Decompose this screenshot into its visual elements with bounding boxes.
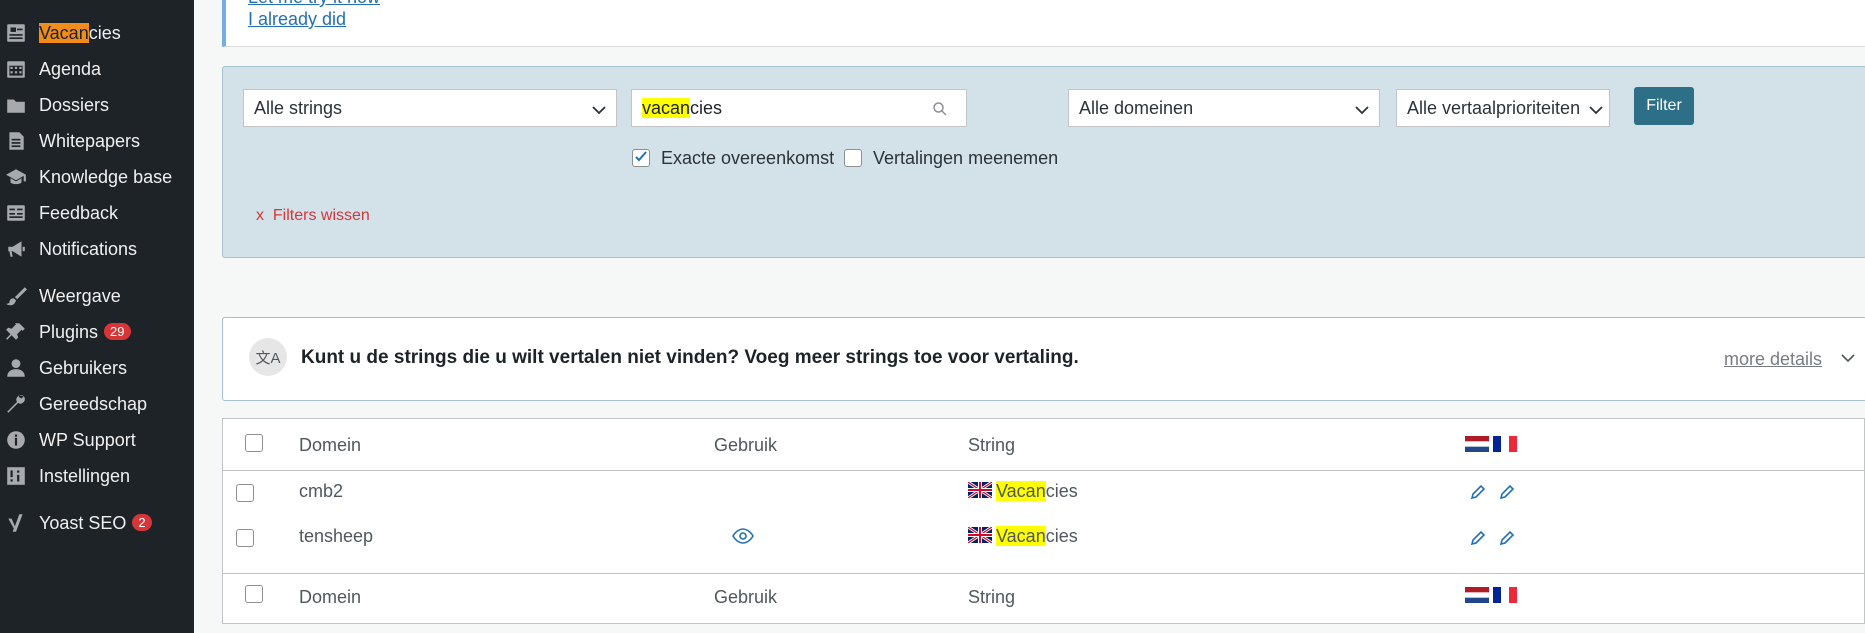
search-input[interactable]: vacancies — [631, 89, 967, 127]
missing-strings-help-box: 文A Kunt u de strings die u wilt vertalen… — [222, 317, 1865, 401]
sidebar-item-label: Knowledge base — [39, 166, 173, 187]
sidebar-item-feedback[interactable]: Feedback — [0, 195, 194, 231]
chevron-down-icon[interactable] — [1840, 350, 1856, 366]
chevron-down-icon — [1589, 101, 1603, 115]
sidebar-item-label: Feedback — [39, 202, 119, 223]
user-icon — [5, 357, 27, 379]
row-checkbox[interactable] — [236, 529, 254, 547]
already-did-link[interactable]: I already did — [248, 9, 346, 30]
chevron-down-icon — [1355, 101, 1369, 115]
fr-flag-icon — [1493, 436, 1517, 452]
nl-flag-icon — [1465, 436, 1489, 452]
admin-notice: Let me try it now I already did — [222, 0, 1865, 47]
wrench-icon — [5, 393, 27, 415]
edit-nl-translation-icon[interactable] — [1469, 483, 1487, 501]
select-all-checkbox-footer[interactable] — [245, 585, 263, 603]
sidebar-item-label: WP Support — [39, 429, 136, 450]
sidebar-item-label: Agenda — [39, 58, 102, 79]
edit-fr-translation-icon[interactable] — [1498, 529, 1516, 547]
settings-icon — [5, 465, 27, 487]
row-string: Vacancies — [996, 481, 1078, 501]
sidebar-item-yoast-seo[interactable]: Yoast SEO 2 — [0, 505, 194, 541]
exact-match-checkbox[interactable] — [632, 149, 650, 167]
megaphone-icon — [5, 238, 27, 260]
row-domain: cmb2 — [299, 481, 344, 501]
string-filter-panel: Alle strings vacancies Alle domeinen All… — [222, 66, 1865, 258]
edit-fr-translation-icon[interactable] — [1498, 483, 1516, 501]
folder-icon — [5, 94, 27, 116]
info-icon — [5, 429, 27, 451]
sidebar-item-label: Instellingen — [39, 465, 131, 486]
sidebar-item-gereedschap[interactable]: Gereedschap — [0, 386, 194, 422]
table-row: tensheep Vacancies — [223, 514, 1865, 558]
strings-table: Domein Gebruik String cmb2 Vacancies ten… — [222, 418, 1865, 624]
table-footer-row: Domein Gebruik String — [223, 573, 1865, 625]
sidebar-item-label: Dossiers — [39, 94, 110, 115]
domains-select[interactable]: Alle domeinen — [1068, 89, 1380, 127]
include-translations-checkbox[interactable] — [844, 149, 862, 167]
sidebar-item-agenda[interactable]: Agenda — [0, 51, 194, 87]
yoast-notification-badge: 2 — [132, 514, 152, 532]
eye-icon[interactable] — [732, 528, 754, 544]
sidebar-item-label: Vacancies — [39, 22, 121, 43]
sidebar-item-vacancies[interactable]: Vacancies — [0, 15, 194, 51]
row-checkbox[interactable] — [236, 484, 254, 502]
include-translations-label: Vertalingen meenemen — [873, 148, 1059, 168]
sidebar-item-instellingen[interactable]: Instellingen — [0, 458, 194, 494]
sidebar-item-label: Gebruikers — [39, 357, 128, 378]
notice-link-partial[interactable]: Let me try it now — [248, 0, 380, 8]
uk-flag-icon — [968, 527, 992, 543]
column-header-domain[interactable]: Domein — [299, 435, 361, 456]
sidebar-item-weergave[interactable]: Weergave — [0, 278, 194, 314]
fr-flag-icon — [1493, 587, 1517, 603]
search-icon[interactable] — [932, 101, 948, 117]
admin-sidebar: Vacancies Agenda Dossiers Whitepapers Kn… — [0, 0, 194, 633]
calendar-icon — [5, 58, 27, 80]
sidebar-item-gebruikers[interactable]: Gebruikers — [0, 350, 194, 386]
feedback-icon — [5, 202, 27, 224]
graduation-cap-icon — [5, 166, 27, 188]
row-string: Vacancies — [996, 526, 1078, 546]
sidebar-item-dossiers[interactable]: Dossiers — [0, 87, 194, 123]
sidebar-item-knowledge-base[interactable]: Knowledge base — [0, 159, 194, 195]
more-details-link[interactable]: more details — [1724, 349, 1822, 370]
sidebar-item-label: Whitepapers — [39, 130, 141, 151]
table-row: cmb2 Vacancies — [223, 470, 1865, 514]
sidebar-item-whitepapers[interactable]: Whitepapers — [0, 123, 194, 159]
clear-filters-link[interactable]: x Filters wissen — [256, 207, 370, 225]
help-text: Kunt u de strings die u wilt vertalen ni… — [301, 347, 1079, 368]
document-icon — [5, 130, 27, 152]
row-domain: tensheep — [299, 526, 374, 546]
vacancies-icon — [5, 22, 27, 44]
exact-match-label: Exacte overeenkomst — [661, 148, 835, 168]
plugin-icon — [5, 321, 27, 343]
column-footer-domain[interactable]: Domein — [299, 587, 361, 608]
sidebar-item-label: Weergave — [39, 285, 121, 306]
checkmark-icon — [635, 151, 647, 162]
sidebar-item-plugins[interactable]: Plugins 29 — [0, 314, 194, 350]
sidebar-item-label: Notifications — [39, 238, 138, 259]
sidebar-item-label: Yoast SEO 2 — [39, 513, 152, 534]
select-all-checkbox[interactable] — [245, 434, 263, 452]
edit-nl-translation-icon[interactable] — [1469, 529, 1487, 547]
sidebar-item-notifications[interactable]: Notifications — [0, 231, 194, 267]
column-header-string[interactable]: String — [968, 435, 1015, 456]
translate-icon: 文A — [249, 338, 287, 376]
plugins-update-badge: 29 — [104, 323, 131, 341]
column-footer-usage[interactable]: Gebruik — [714, 587, 777, 608]
strings-select[interactable]: Alle strings — [243, 89, 617, 127]
priorities-select[interactable]: Alle vertaalprioriteiten — [1396, 89, 1610, 127]
table-header-row: Domein Gebruik String — [223, 419, 1865, 471]
yoast-icon — [5, 512, 27, 534]
uk-flag-icon — [968, 482, 992, 498]
chevron-down-icon — [592, 101, 606, 115]
sidebar-item-label: Plugins 29 — [39, 322, 131, 343]
filter-button[interactable]: Filter — [1634, 87, 1694, 125]
nl-flag-icon — [1465, 587, 1489, 603]
column-footer-string[interactable]: String — [968, 587, 1015, 608]
brush-icon — [5, 285, 27, 307]
column-header-usage[interactable]: Gebruik — [714, 435, 777, 456]
sidebar-item-wp-support[interactable]: WP Support — [0, 422, 194, 458]
sidebar-item-label: Gereedschap — [39, 393, 148, 414]
